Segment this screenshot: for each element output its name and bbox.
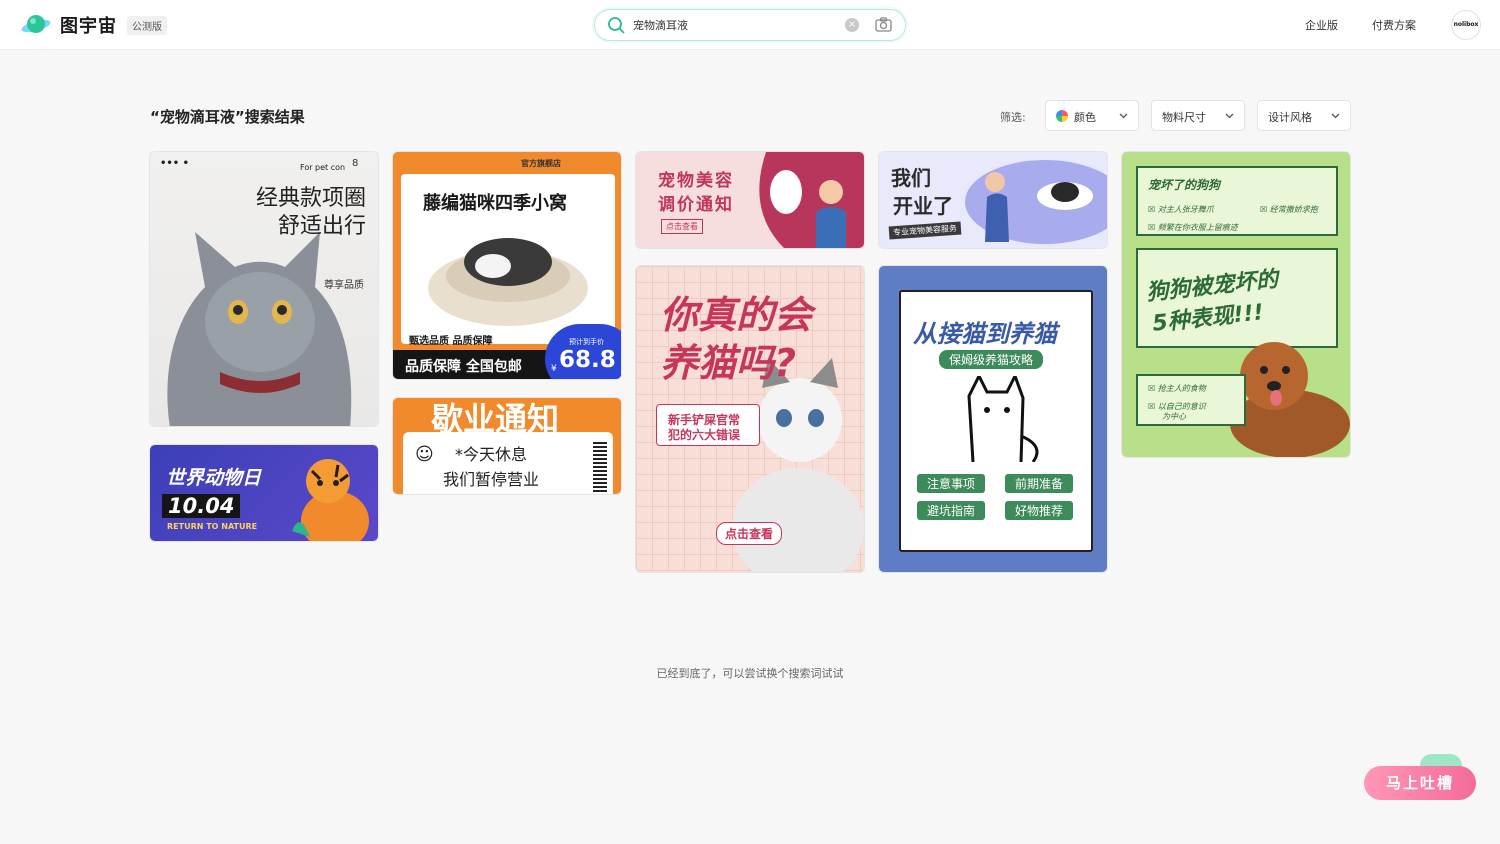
groomer-illustration xyxy=(759,152,864,248)
card-title-line2: 舒适出行 xyxy=(277,214,366,239)
guide-tag: 前期准备 xyxy=(1005,474,1074,493)
color-wheel-icon xyxy=(1056,110,1068,122)
filter-style-dropdown[interactable]: 设计风格 xyxy=(1257,100,1351,131)
end-of-results-note: 已经到底了，可以尝试换个搜索词试试 xyxy=(656,667,844,680)
camera-icon[interactable] xyxy=(875,17,892,32)
filter-color-dropdown[interactable]: 颜色 xyxy=(1045,100,1139,131)
price-value: 68.8 xyxy=(559,347,616,373)
chevron-down-icon xyxy=(1119,113,1128,119)
filter-label: 筛选: xyxy=(1000,111,1026,124)
result-card-rattan-nest[interactable]: 官方旗舰店 藤编猫咪四季小窝 甄选品质 品质保障 品质保障 全国包邮 预计到手价… xyxy=(392,151,622,380)
check-text: 对主人张牙舞爪 xyxy=(1157,205,1214,214)
check-text-cont: 为中心 xyxy=(1162,412,1186,421)
filter-size-label: 物料尺寸 xyxy=(1162,111,1206,124)
top-header: 图宇宙 公测版 × 企业版 付费方案 nolibox xyxy=(0,0,1500,50)
card-button: 点击查看 xyxy=(716,522,783,545)
user-avatar[interactable]: nolibox xyxy=(1451,10,1481,40)
card-dots: ••• • xyxy=(160,158,190,169)
guide-tag: 好物推荐 xyxy=(1005,501,1074,520)
card-heading: 宠坏了的狗狗 xyxy=(1148,178,1221,192)
chevron-down-icon xyxy=(1331,113,1340,119)
shop-tag: 官方旗舰店 xyxy=(521,159,561,168)
guide-tag: 注意事项 xyxy=(917,474,986,493)
card-subtitle: RETURN TO NATURE xyxy=(167,522,258,531)
filter-color-label: 颜色 xyxy=(1074,111,1096,124)
feedback-button[interactable]: 马上吐槽 xyxy=(1364,766,1476,800)
filter-style-label: 设计风格 xyxy=(1268,111,1312,124)
card-banner: 品质保障 全国包邮 xyxy=(405,359,522,375)
cat-line-icon xyxy=(967,376,1039,462)
checklist-panel-bottom xyxy=(1136,374,1246,426)
card-line2: 我们暂停营业 xyxy=(443,470,540,489)
clear-search-icon[interactable]: × xyxy=(845,18,859,32)
result-card-opening[interactable]: 我们 开业了 专业宠物美容服务 xyxy=(878,151,1108,249)
result-card-raise-cat[interactable]: 你真的会 养猫吗? 新手铲屎官常 犯的六大错误 点击查看 xyxy=(635,265,865,573)
cat-bed-image xyxy=(428,238,588,326)
card-title-line1: 你真的会 xyxy=(660,293,813,337)
card-title-line2: 养猫吗? xyxy=(660,341,797,385)
filter-size-dropdown[interactable]: 物料尺寸 xyxy=(1151,100,1245,131)
check-text: 频繁在你衣服上留痕迹 xyxy=(1157,223,1238,232)
tiger-illustration xyxy=(292,459,369,541)
nav-enterprise-link[interactable]: 企业版 xyxy=(1305,17,1338,33)
search-bar: × xyxy=(594,9,906,41)
card-subtitle: 尊享品质 xyxy=(324,280,364,291)
card-title: 从接猫到养猫 xyxy=(913,320,1057,348)
result-card-cat-collar[interactable]: ••• • For pet con 8 经典款项圈 舒适出行 尊享品质 xyxy=(149,151,379,427)
card-tag: For pet con xyxy=(300,163,346,172)
logo[interactable]: 图宇宙 公测版 xyxy=(20,12,167,38)
barcode-icon xyxy=(593,440,607,492)
card-title-line2: 调价通知 xyxy=(658,195,734,215)
result-card-spoiled-dog[interactable]: 宠坏了的狗狗 ☒ 对主人张牙舞爪 ☒ 经常撒娇求抱 ☒ 频繁在你衣服上留痕迹 狗… xyxy=(1121,151,1351,458)
result-card-grooming[interactable]: 宠物美容 调价通知 点击查看 xyxy=(635,151,865,249)
result-card-cat-guide[interactable]: 从接猫到养猫 保姆级养猫攻略 注意事项 前期准备 避坑指南 好物推荐 xyxy=(878,265,1108,573)
check-text: 经常撒娇求抱 xyxy=(1269,205,1318,214)
page-count: 8 xyxy=(352,158,359,169)
card-line1: *今天休息 xyxy=(455,445,528,464)
card-subtitle: 保姆级养猫攻略 xyxy=(939,350,1044,369)
planet-logo-icon xyxy=(21,15,51,33)
beta-badge: 公测版 xyxy=(127,15,167,35)
result-card-closed-notice[interactable]: 歇业通知 ☺ *今天休息 我们暂停营业 xyxy=(392,397,622,495)
search-input[interactable] xyxy=(633,16,833,34)
price-label: 预计到手价 xyxy=(569,338,604,346)
card-subtitle: 专业宠物美容服务 xyxy=(888,221,962,240)
card-title: 藤编猫咪四季小窝 xyxy=(423,193,567,214)
groomer-dog-illustration xyxy=(965,160,1107,244)
check-item: ☒ 经常撒娇求抱 xyxy=(1260,205,1318,214)
emoji-icon: ☺ xyxy=(415,444,434,465)
result-card-animal-day[interactable]: 世界动物日 10.04 RETURN TO NATURE xyxy=(149,444,379,542)
nav-pricing-link[interactable]: 付费方案 xyxy=(1372,17,1416,33)
search-icon[interactable] xyxy=(607,16,625,34)
chevron-down-icon xyxy=(1225,113,1234,119)
card-button: 点击查看 xyxy=(661,219,703,234)
results-title: “宠物滴耳液”搜索结果 xyxy=(150,108,305,126)
card-title-line2: 开业了 xyxy=(893,194,953,218)
check-item: ☒ 抢主人的食物 xyxy=(1148,384,1206,393)
card-title-line1: 宠物美容 xyxy=(658,171,734,191)
card-title-line2: 10.04 xyxy=(162,494,241,518)
bubble-line2: 犯的六大错误 xyxy=(668,428,741,442)
check-text: 以自己的意识 xyxy=(1157,402,1206,411)
check-item: ☒ 频繁在你衣服上留痕迹 xyxy=(1148,223,1238,232)
check-text: 抢主人的食物 xyxy=(1157,384,1206,393)
price-symbol: ¥ xyxy=(551,364,557,374)
card-tag: 甄选品质 品质保障 xyxy=(409,336,493,347)
card-title-line1: 我们 xyxy=(891,166,931,190)
guide-tag: 避坑指南 xyxy=(917,501,986,520)
logo-text: 图宇宙 xyxy=(60,16,117,37)
card-title-line1: 世界动物日 xyxy=(166,467,262,489)
check-item: ☒ 对主人张牙舞爪 xyxy=(1148,205,1214,214)
